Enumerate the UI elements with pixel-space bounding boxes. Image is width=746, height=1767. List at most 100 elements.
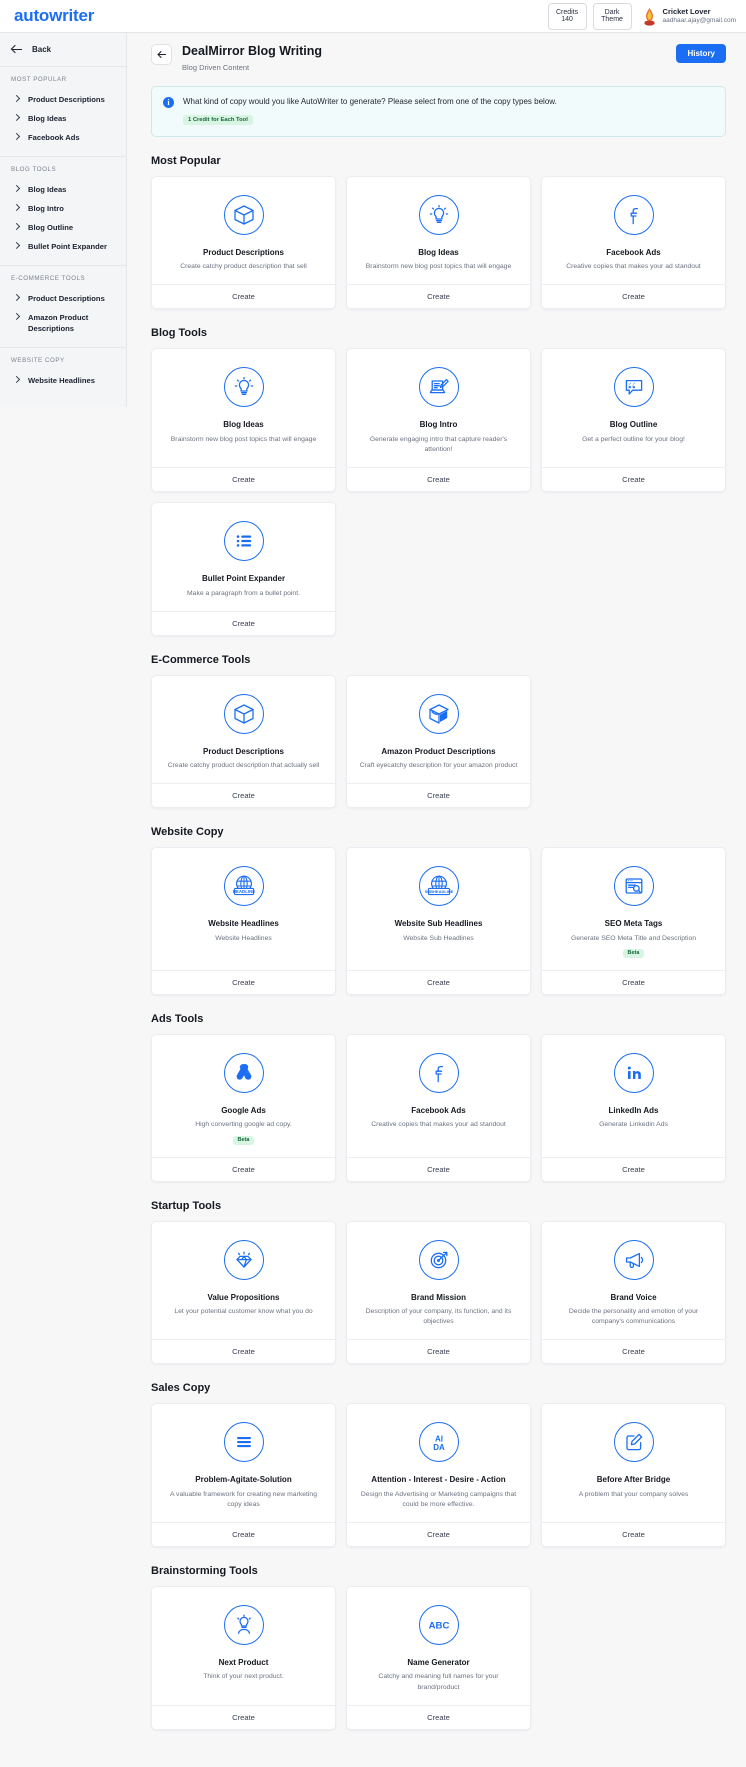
credits-button[interactable]: Credits 140 — [547, 2, 587, 30]
tool-card-body: Bullet Point Expander Make a paragraph fr… — [152, 503, 335, 611]
create-button[interactable]: Create — [347, 783, 530, 808]
tool-card-description: Make a paragraph from a bullet point. — [187, 589, 300, 597]
tool-card-body: Product Descriptions Create catchy produc… — [152, 177, 335, 285]
tool-section: Blog Tools Blog Ideas Brainstorm new blog … — [151, 327, 726, 636]
svg-text:AI: AI — [435, 1435, 443, 1444]
chevron-right-icon — [14, 223, 19, 231]
sidebar-item-product-descriptions[interactable]: Product Descriptions — [0, 289, 126, 308]
create-button[interactable]: Create — [542, 1156, 725, 1181]
tool-card[interactable]: Problem-Agitate-Solution A valuable frame… — [151, 1403, 336, 1548]
sidebar: Back MOST POPULAR Product Descriptions Blo… — [0, 33, 127, 407]
facebook-icon — [418, 1052, 459, 1093]
create-button[interactable]: Create — [152, 1339, 335, 1364]
sidebar-back-button[interactable]: Back — [0, 33, 126, 67]
tool-card[interactable]: Blog Intro Generate engaging intro that c… — [346, 348, 531, 493]
svg-text:SUBHEADLINE: SUBHEADLINE — [425, 889, 453, 894]
tool-card-description: Craft eyecatchy description for your ama… — [359, 762, 518, 770]
tool-card[interactable]: Bullet Point Expander Make a paragraph fr… — [151, 502, 336, 636]
tool-card[interactable]: SEO Meta Tags Generate SEO Meta Title and… — [541, 847, 726, 995]
create-button[interactable]: Create — [347, 467, 530, 492]
tool-card[interactable]: ABC Name Generator Catchy and meaning full… — [346, 1586, 531, 1730]
stacked-lines-icon — [223, 1422, 264, 1463]
create-button[interactable]: Create — [542, 1522, 725, 1547]
tool-section: Sales Copy Problem-Agitate-Solution A valu… — [151, 1382, 726, 1548]
sidebar-item-bullet-point-expander[interactable]: Bullet Point Expander — [0, 237, 126, 256]
tool-card[interactable]: Before After Bridge A problem that your c… — [541, 1403, 726, 1548]
create-button[interactable]: Create — [152, 467, 335, 492]
user-menu[interactable]: Cricket Lover aadhaar.ajay@gmail.com — [641, 7, 736, 26]
sidebar-item-product-descriptions[interactable]: Product Descriptions — [0, 90, 126, 109]
create-button[interactable]: Create — [542, 284, 725, 309]
tool-card[interactable]: Blog Ideas Brainstorm new blog post topic… — [346, 175, 531, 310]
create-button[interactable]: Create — [347, 1339, 530, 1364]
tool-card-body: Facebook Ads Creative copies that makes y… — [542, 177, 725, 285]
create-button[interactable]: Create — [152, 1156, 335, 1181]
tool-card-description: Brainstorm new blog post topics that wil… — [365, 263, 512, 271]
sidebar-item-blog-ideas[interactable]: Blog Ideas — [0, 109, 126, 128]
tool-card[interactable]: Facebook Ads Creative copies that makes y… — [346, 1033, 531, 1182]
create-button[interactable]: Create — [152, 969, 335, 994]
user-info: Cricket Lover aadhaar.ajay@gmail.com — [663, 7, 736, 25]
dark-theme-button[interactable]: Dark Theme — [592, 2, 632, 30]
tool-card[interactable]: LinkedIn Ads Generate Linkedin Ads Create — [541, 1033, 726, 1182]
tool-card[interactable]: SUBHEADLINE Website Sub Headlines Website … — [346, 847, 531, 995]
sidebar-item-amazon-product-descriptions[interactable]: Amazon Product Descriptions — [0, 308, 126, 338]
sidebar-item-blog-ideas[interactable]: Blog Ideas — [0, 180, 126, 199]
sidebar-item-facebook-ads[interactable]: Facebook Ads — [0, 128, 126, 147]
create-button[interactable]: Create — [347, 1156, 530, 1181]
tool-card[interactable]: Next Product Think of your next product. C… — [151, 1586, 336, 1730]
tool-card[interactable]: Facebook Ads Creative copies that makes y… — [541, 175, 726, 310]
tool-card-grid: Blog Ideas Brainstorm new blog post topic… — [151, 348, 726, 636]
app-logo[interactable]: autowriter — [14, 6, 94, 26]
sidebar-group-heading: BLOG TOOLS — [11, 166, 57, 173]
quote-icon — [613, 367, 654, 408]
create-button[interactable]: Create — [152, 284, 335, 309]
chevron-right-icon — [14, 204, 19, 212]
create-button[interactable]: Create — [152, 783, 335, 808]
create-button[interactable]: Create — [542, 969, 725, 994]
tool-card[interactable]: Blog Outline Get a perfect outline for yo… — [541, 348, 726, 493]
tool-card-body: Facebook Ads Creative copies that makes y… — [347, 1035, 530, 1157]
tool-card-title: Brand Voice — [610, 1292, 657, 1302]
sidebar-item-blog-intro[interactable]: Blog Intro — [0, 199, 126, 218]
create-button[interactable]: Create — [542, 1339, 725, 1364]
tool-card[interactable]: Brand Mission Description of your company… — [346, 1220, 531, 1365]
create-button[interactable]: Create — [152, 1704, 335, 1729]
section-title: Most Popular — [151, 154, 221, 167]
tool-card[interactable]: Product Descriptions Create catchy produc… — [151, 175, 336, 310]
tool-sections: Most Popular Product Descriptions Create c… — [151, 155, 726, 1730]
tool-card-description: Website Headlines — [215, 934, 272, 942]
tool-card[interactable]: Product Descriptions Create catchy produc… — [151, 674, 336, 809]
tool-card[interactable]: Value Propositions Let your potential cus… — [151, 1220, 336, 1365]
create-button[interactable]: Create — [152, 610, 335, 635]
create-button[interactable]: Create — [347, 1704, 530, 1729]
megaphone-icon — [613, 1239, 654, 1280]
history-button[interactable]: History — [676, 44, 726, 63]
create-button[interactable]: Create — [542, 467, 725, 492]
linkedin-icon — [613, 1052, 654, 1093]
create-button[interactable]: Create — [347, 969, 530, 994]
tool-card-body: Amazon Product Descriptions Craft eyecatc… — [347, 676, 530, 784]
tool-section: Website Copy HEADLINE Website Headlines Web… — [151, 826, 726, 995]
tool-card[interactable]: AI DA Attention - Interest - Desire - Acti… — [346, 1403, 531, 1548]
page-header: DealMirror Blog Writing Blog Driven Cont… — [151, 43, 726, 72]
tool-card-title: Value Propositions — [207, 1292, 280, 1302]
tool-card-body: Next Product Think of your next product. — [152, 1587, 335, 1705]
create-button[interactable]: Create — [347, 1522, 530, 1547]
sidebar-group-heading: E-COMMERCE TOOLS — [11, 275, 86, 282]
tool-card[interactable]: Amazon Product Descriptions Craft eyecatc… — [346, 674, 531, 809]
chevron-right-icon — [14, 242, 19, 250]
sidebar-item-blog-outline[interactable]: Blog Outline — [0, 218, 126, 237]
tool-card[interactable]: Brand Voice Decide the personality and em… — [541, 1220, 726, 1365]
sidebar-item-website-headlines[interactable]: Website Headlines — [0, 371, 126, 390]
tool-card[interactable]: HEADLINE Website Headlines Website Headlin… — [151, 847, 336, 995]
tool-card[interactable]: Google Ads High converting google ad copy… — [151, 1033, 336, 1182]
tool-card-title: Blog Intro — [419, 420, 458, 430]
credits-label: Credits — [555, 8, 579, 16]
tool-card[interactable]: Blog Ideas Brainstorm new blog post topic… — [151, 348, 336, 493]
create-button[interactable]: Create — [152, 1522, 335, 1547]
pencil-square-icon — [613, 1422, 654, 1463]
create-button[interactable]: Create — [347, 284, 530, 309]
page-back-button[interactable] — [151, 44, 172, 65]
tool-card-body: Brand Mission Description of your company… — [347, 1222, 530, 1340]
